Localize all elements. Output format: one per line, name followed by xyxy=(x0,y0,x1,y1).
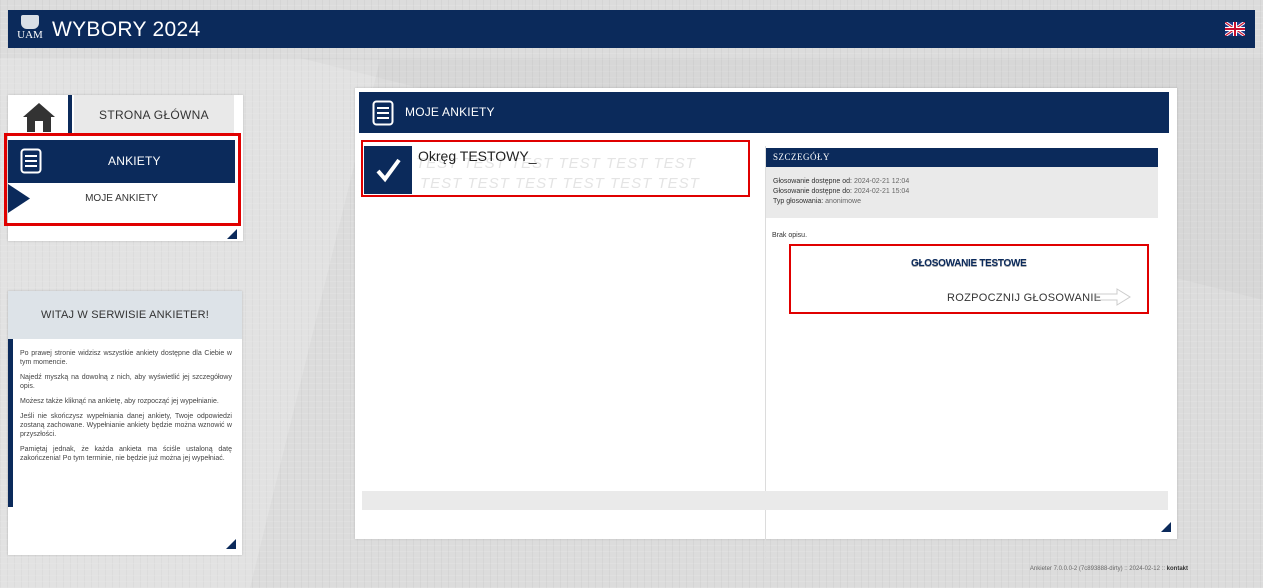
main-title: MOJE ANKIETY xyxy=(405,105,495,119)
top-bar: UAM WYBORY 2024 xyxy=(8,10,1255,48)
nav-highlight-box xyxy=(4,133,241,226)
footer: Ankieter 7.0.0.0-2 (7c893888-dirty) :: 2… xyxy=(1030,566,1188,572)
uam-logo[interactable]: UAM xyxy=(16,15,44,43)
from-value: 2024-02-21 12:04 xyxy=(853,178,910,185)
logo-text: UAM xyxy=(17,29,43,41)
nav-home-accent xyxy=(68,95,72,135)
corner-resize-icon xyxy=(1161,522,1171,532)
welcome-paragraph: Najedź myszką na dowolną z nich, aby wyś… xyxy=(20,374,232,390)
survey-highlight-box xyxy=(361,140,750,197)
details-header: SZCZEGÓŁY xyxy=(766,148,1158,167)
welcome-paragraph: Możesz także kliknąć na ankietę, aby roz… xyxy=(20,398,219,405)
app-title: WYBORY 2024 xyxy=(52,18,201,41)
welcome-text: Po prawej stronie widzisz wszystkie anki… xyxy=(20,349,232,469)
document-list-icon xyxy=(372,100,394,126)
to-value: 2024-02-21 15:04 xyxy=(853,188,910,195)
corner-resize-icon xyxy=(227,229,237,239)
footer-version: Ankieter 7.0.0.0-2 (7c893888-dirty) :: 2… xyxy=(1029,566,1165,572)
type-value: anonimowe xyxy=(825,198,861,205)
welcome-accent-bar xyxy=(8,339,13,507)
nav-home-label[interactable]: STRONA GŁÓWNA xyxy=(74,95,234,135)
details-title: SZCZEGÓŁY xyxy=(773,152,830,162)
welcome-title: WITAJ W SERWISIE ANKIETER! xyxy=(8,291,242,339)
details-info: Głosowanie dostępne od: 2024-02-21 12:04… xyxy=(766,167,1158,218)
nav-home[interactable]: STRONA GŁÓWNA xyxy=(8,95,243,135)
uk-flag-icon[interactable] xyxy=(1225,22,1245,36)
from-label: Głosowanie dostępne od: xyxy=(773,178,852,185)
vote-highlight-box xyxy=(789,244,1149,314)
type-label: Typ głosowania: xyxy=(773,198,824,205)
welcome-paragraph: Pamiętaj jednak, że każda ankieta ma ści… xyxy=(20,446,232,462)
crest-icon xyxy=(21,15,39,29)
welcome-panel: WITAJ W SERWISIE ANKIETER! Po prawej str… xyxy=(8,291,242,555)
welcome-paragraph: Po prawej stronie widzisz wszystkie anki… xyxy=(20,350,232,366)
home-icon xyxy=(23,103,55,132)
welcome-paragraph: Jeśli nie skończysz wypełniania danej an… xyxy=(20,413,232,438)
main-header: MOJE ANKIETY xyxy=(359,92,1169,133)
contact-link[interactable]: kontakt xyxy=(1167,566,1188,572)
corner-resize-icon xyxy=(226,539,236,549)
main-footer-bar xyxy=(362,491,1168,510)
details-description: Brak opisu. xyxy=(772,232,808,239)
to-label: Głosowanie dostępne do: xyxy=(773,188,852,195)
welcome-body: Po prawej stronie widzisz wszystkie anki… xyxy=(8,339,242,509)
